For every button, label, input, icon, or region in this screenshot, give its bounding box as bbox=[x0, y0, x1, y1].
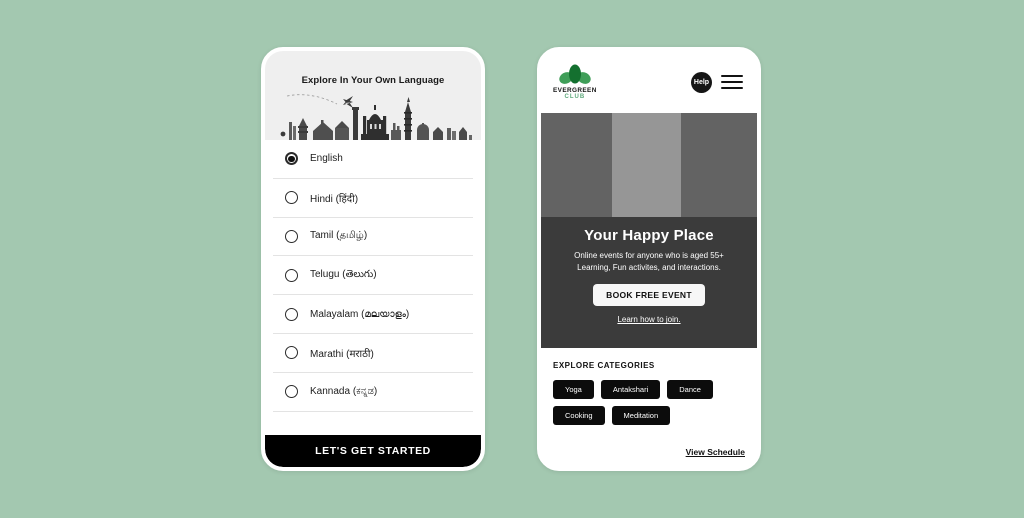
language-option-label: Kannada (ಕನ್ನಡ) bbox=[310, 386, 378, 398]
language-hero-title: Explore In Your Own Language bbox=[301, 75, 445, 86]
language-option-label: English bbox=[310, 153, 343, 165]
language-option-label: Hindi (हिंदी) bbox=[310, 193, 359, 205]
language-option-telugu[interactable]: Telugu (తెలుగు) bbox=[273, 256, 473, 296]
header-actions: Help bbox=[691, 71, 743, 93]
radio-icon-selected[interactable] bbox=[285, 152, 298, 166]
hamburger-line bbox=[721, 75, 743, 78]
lets-get-started-button[interactable]: LET'S GET STARTED bbox=[265, 435, 481, 467]
hero-banner: Your Happy Place Online events for anyon… bbox=[541, 113, 757, 348]
hero-subtitle: Online events for anyone who is aged 55+… bbox=[549, 250, 749, 273]
language-option-label: Tamil (தமிழ்) bbox=[310, 230, 368, 242]
explore-categories-section: EXPLORE CATEGORIES Yoga Antakshari Dance… bbox=[541, 348, 757, 467]
brand-subtitle: CLUB bbox=[564, 94, 586, 100]
book-free-event-button[interactable]: BOOK FREE EVENT bbox=[593, 284, 705, 307]
language-list: English Hindi (हिंदी) Tamil (தமிழ்) Telu… bbox=[265, 140, 481, 435]
hamburger-line bbox=[721, 86, 743, 89]
hero-subtitle-line2: Learning, Fun activites, and interaction… bbox=[577, 262, 721, 272]
hero-title: Your Happy Place bbox=[584, 227, 714, 244]
radio-icon[interactable] bbox=[285, 385, 298, 399]
hamburger-line bbox=[721, 81, 743, 83]
radio-icon[interactable] bbox=[285, 346, 298, 360]
help-button[interactable]: Help bbox=[691, 71, 712, 93]
radio-icon[interactable] bbox=[285, 191, 298, 205]
language-option-marathi[interactable]: Marathi (मराठी) bbox=[273, 334, 473, 373]
category-chip-yoga[interactable]: Yoga bbox=[553, 380, 594, 399]
language-option-english[interactable]: English bbox=[273, 140, 473, 179]
language-option-hindi[interactable]: Hindi (हिंदी) bbox=[273, 179, 473, 218]
india-skyline-illustration bbox=[280, 94, 472, 140]
brand-name: EVERGREEN bbox=[553, 87, 597, 94]
brand-logo[interactable]: EVERGREEN CLUB bbox=[553, 64, 597, 100]
category-chip-list: Yoga Antakshari Dance Cooking Meditation bbox=[553, 380, 745, 425]
category-chip-meditation[interactable]: Meditation bbox=[611, 406, 671, 425]
language-option-label: Malayalam (മലയാളം) bbox=[310, 308, 410, 320]
explore-categories-title: EXPLORE CATEGORIES bbox=[553, 361, 655, 370]
hero-subtitle-line1: Online events for anyone who is aged 55+ bbox=[574, 251, 724, 260]
radio-icon[interactable] bbox=[285, 229, 298, 243]
category-chip-cooking[interactable]: Cooking bbox=[553, 406, 605, 425]
language-selection-phone: Explore In Your Own Language English Hin… bbox=[261, 47, 485, 471]
hamburger-menu-icon[interactable] bbox=[721, 75, 743, 89]
canvas: Explore In Your Own Language English Hin… bbox=[0, 0, 1024, 518]
category-chip-dance[interactable]: Dance bbox=[667, 380, 713, 399]
language-option-tamil[interactable]: Tamil (தமிழ்) bbox=[273, 218, 473, 257]
app-header: EVERGREEN CLUB Help bbox=[541, 51, 757, 113]
view-schedule-link[interactable]: View Schedule bbox=[553, 447, 745, 457]
language-option-label: Marathi (मराठी) bbox=[310, 348, 374, 360]
evergreen-leaf-icon bbox=[559, 64, 591, 84]
radio-icon[interactable] bbox=[285, 268, 298, 282]
home-phone: EVERGREEN CLUB Help Your Happy Place Onl… bbox=[537, 47, 761, 471]
learn-how-to-join-link[interactable]: Learn how to join. bbox=[549, 315, 749, 324]
language-option-malayalam[interactable]: Malayalam (മലയാളം) bbox=[273, 295, 473, 334]
language-option-kannada[interactable]: Kannada (ಕನ್ನಡ) bbox=[273, 373, 473, 412]
category-chip-antakshari[interactable]: Antakshari bbox=[600, 380, 661, 399]
radio-icon[interactable] bbox=[285, 307, 298, 321]
language-hero: Explore In Your Own Language bbox=[265, 51, 481, 140]
language-option-label: Telugu (తెలుగు) bbox=[310, 269, 377, 281]
hero-overlay: Your Happy Place Online events for anyon… bbox=[541, 217, 757, 348]
